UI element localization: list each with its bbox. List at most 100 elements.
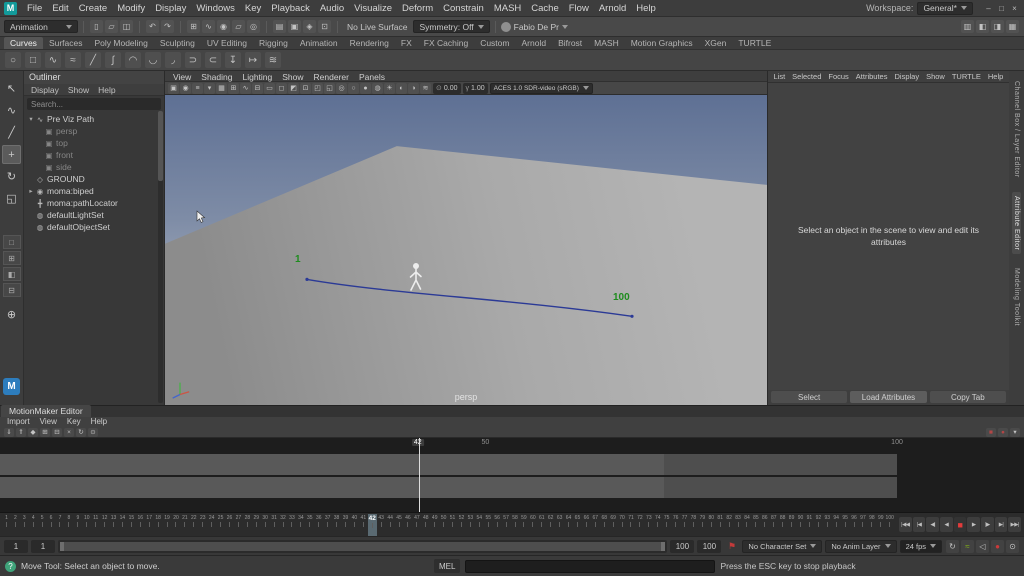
frame-cell[interactable]: 45: [395, 514, 404, 536]
attribute-editor-menu-item[interactable]: Attributes: [852, 72, 891, 81]
frame-cell[interactable]: 69: [609, 514, 618, 536]
frame-cell[interactable]: 86: [760, 514, 769, 536]
outliner-item[interactable]: ◇ GROUND: [24, 173, 164, 185]
frame-cell[interactable]: 56: [493, 514, 502, 536]
frame-cell[interactable]: 80: [707, 514, 716, 536]
menu-set-dropdown[interactable]: Animation: [4, 20, 78, 33]
frame-cell[interactable]: 72: [635, 514, 644, 536]
expander-icon[interactable]: ▾: [27, 115, 35, 123]
menu-item[interactable]: Windows: [191, 3, 240, 14]
three-point-arc-icon[interactable]: ◠: [125, 52, 141, 68]
frame-cell[interactable]: 84: [743, 514, 752, 536]
frame-cell[interactable]: 8: [64, 514, 73, 536]
outliner-menu-item[interactable]: Show: [64, 84, 93, 95]
film-gate-icon[interactable]: ▭: [264, 82, 275, 94]
motionmaker-ruler[interactable]: 42 50 100: [0, 438, 1024, 451]
go-to-start-button[interactable]: |◀◀: [899, 517, 912, 532]
shelf-tab[interactable]: Rigging: [253, 37, 294, 49]
copy-icon[interactable]: ⊞: [40, 427, 50, 437]
new-scene-icon[interactable]: ▯: [90, 20, 103, 33]
frame-cell[interactable]: 12: [100, 514, 109, 536]
attribute-editor-menu-item[interactable]: Focus: [825, 72, 852, 81]
motion-blur-icon[interactable]: ≋: [420, 82, 431, 94]
frame-cell[interactable]: 54: [475, 514, 484, 536]
motionmaker-menu-item[interactable]: Key: [62, 417, 86, 427]
ep-curve-icon[interactable]: ≈: [65, 52, 81, 68]
timeline-track[interactable]: [0, 477, 898, 498]
animation-end-field[interactable]: 100: [697, 539, 722, 553]
mel-toggle-button[interactable]: MEL: [434, 559, 461, 573]
open-scene-icon[interactable]: ▱: [105, 20, 118, 33]
viewport-menu-item[interactable]: Panels: [354, 71, 390, 82]
frame-cell[interactable]: 4: [29, 514, 38, 536]
field-chart-icon[interactable]: ⊡: [300, 82, 311, 94]
detach-curves-icon[interactable]: ⊂: [205, 52, 221, 68]
shelf-tab[interactable]: Poly Modeling: [88, 37, 153, 49]
mute-track-icon[interactable]: ■: [986, 427, 996, 437]
channel-box-toggle-icon[interactable]: ▦: [1006, 20, 1019, 33]
viewport-canvas[interactable]: 1 100 persp: [165, 95, 767, 405]
frame-cell[interactable]: 91: [805, 514, 814, 536]
lasso-tool-button[interactable]: ∿: [2, 101, 21, 120]
options-icon[interactable]: ⊙: [88, 427, 98, 437]
viewport-menu-item[interactable]: Lighting: [237, 71, 277, 82]
shelf-tab[interactable]: Sculpting: [154, 37, 201, 49]
menu-item[interactable]: Arnold: [594, 3, 631, 14]
frame-cell[interactable]: 74: [653, 514, 662, 536]
grease-pencil-icon[interactable]: ∿: [240, 82, 251, 94]
frame-cell[interactable]: 39: [341, 514, 350, 536]
shelf-tab[interactable]: Animation: [294, 37, 344, 49]
attribute-editor-menu-item[interactable]: List: [770, 72, 789, 81]
curve-fillet-icon[interactable]: ◞: [165, 52, 181, 68]
frame-cell[interactable]: 36: [314, 514, 323, 536]
bookmarks-icon[interactable]: ▾: [204, 82, 215, 94]
frame-cell[interactable]: 51: [448, 514, 457, 536]
frame-cell[interactable]: 9: [73, 514, 82, 536]
step-forward-key-button[interactable]: ▶|: [994, 517, 1008, 532]
attribute-editor-menu-item[interactable]: TURTLE: [948, 72, 984, 81]
frame-cell[interactable]: 44: [386, 514, 395, 536]
frame-cell[interactable]: 59: [519, 514, 528, 536]
viewport-menu-item[interactable]: Shading: [196, 71, 237, 82]
frame-cell[interactable]: 25: [216, 514, 225, 536]
attribute-editor-button[interactable]: Select: [771, 391, 848, 403]
timeline-playhead[interactable]: [418, 438, 420, 512]
auto-key-icon[interactable]: ●: [991, 539, 1004, 553]
maximize-button[interactable]: □: [996, 3, 1007, 14]
motionmaker-button[interactable]: M: [3, 378, 20, 395]
attribute-editor-menu-item[interactable]: Help: [984, 72, 1006, 81]
shelf-tab[interactable]: Curves: [4, 37, 43, 49]
frame-cell[interactable]: 17: [145, 514, 154, 536]
snap-to-curve-icon[interactable]: ∿: [202, 20, 215, 33]
attribute-editor-toggle-icon[interactable]: ◨: [991, 20, 1004, 33]
render-view-icon[interactable]: ▣: [288, 20, 301, 33]
persp-outliner-layout-button[interactable]: ◧: [2, 267, 21, 281]
frame-cell[interactable]: 30: [261, 514, 270, 536]
frame-cell[interactable]: 6: [47, 514, 56, 536]
tool-settings-toggle-icon[interactable]: ◧: [976, 20, 989, 33]
extend-curve-icon[interactable]: ↦: [245, 52, 261, 68]
account-menu[interactable]: Fabio De Pr: [500, 21, 568, 32]
side-panel-tab[interactable]: Attribute Editor: [1012, 191, 1021, 254]
step-back-frame-button[interactable]: ◀|: [926, 517, 940, 532]
gate-mask-icon[interactable]: ◩: [288, 82, 299, 94]
four-pane-layout-button[interactable]: ⊞: [2, 251, 21, 265]
frame-cell[interactable]: 94: [832, 514, 841, 536]
shelf-tab[interactable]: FX: [395, 37, 418, 49]
anim-layer-dropdown[interactable]: No Anim Layer: [825, 539, 897, 553]
frame-cell[interactable]: 23: [198, 514, 207, 536]
snap-to-grid-icon[interactable]: ⊞: [187, 20, 200, 33]
go-to-end-button[interactable]: ▶▶|: [1008, 517, 1022, 532]
frame-cell[interactable]: 27: [234, 514, 243, 536]
frame-cell[interactable]: 24: [207, 514, 216, 536]
frame-cell[interactable]: 43: [377, 514, 386, 536]
frame-cell[interactable]: 49: [430, 514, 439, 536]
step-back-key-button[interactable]: |◀: [912, 517, 926, 532]
frame-cell[interactable]: 66: [582, 514, 591, 536]
frame-cell[interactable]: 78: [689, 514, 698, 536]
lights-icon[interactable]: ☀: [384, 82, 395, 94]
menu-item[interactable]: File: [22, 3, 47, 14]
motionmaker-menu-item[interactable]: View: [35, 417, 62, 427]
menu-item[interactable]: Modify: [112, 3, 150, 14]
frame-cell[interactable]: 64: [564, 514, 573, 536]
